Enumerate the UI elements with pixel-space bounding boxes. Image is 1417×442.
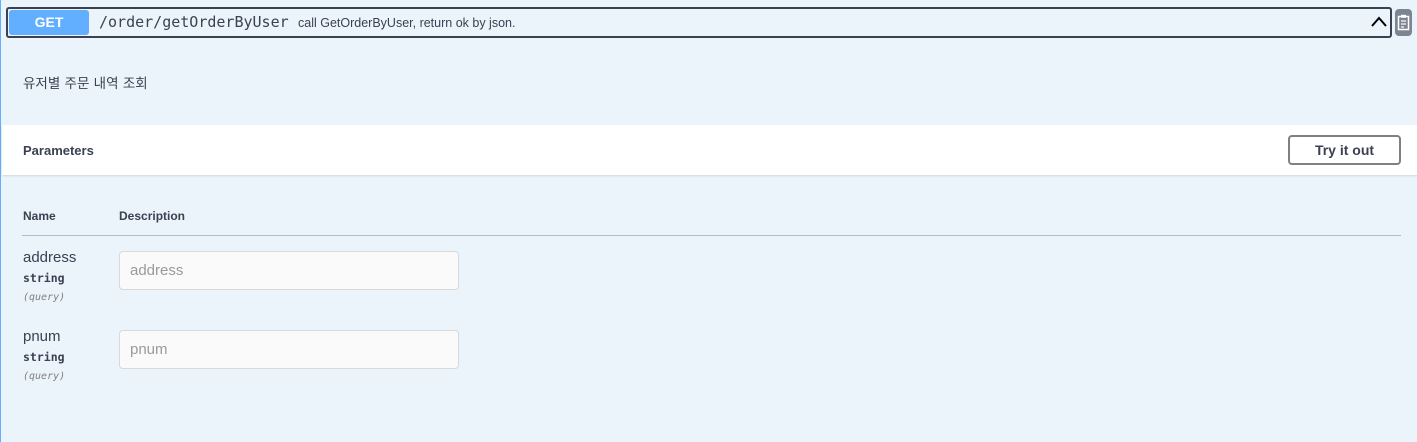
- column-header-description: Description: [119, 209, 186, 223]
- operation-summary[interactable]: GET /order/getOrderByUser call GetOrderB…: [6, 7, 1392, 38]
- chevron-up-icon[interactable]: [1370, 13, 1388, 31]
- endpoint-path: /order/getOrderByUser: [99, 13, 289, 31]
- param-type-pnum: string: [23, 350, 65, 364]
- pnum-input[interactable]: [119, 330, 459, 369]
- parameters-title: Parameters: [23, 143, 94, 158]
- param-type-address: string: [23, 271, 65, 285]
- try-it-out-button[interactable]: Try it out: [1288, 135, 1401, 165]
- summary-description: call GetOrderByUser, return ok by json.: [298, 16, 516, 30]
- address-input[interactable]: [119, 251, 459, 290]
- clipboard-copy-icon: [1397, 14, 1410, 31]
- operation-description: 유저별 주문 내역 조회: [23, 76, 148, 92]
- operation-block: GET /order/getOrderByUser call GetOrderB…: [0, 0, 1417, 442]
- parameters-header: Parameters Try it out: [2, 125, 1417, 175]
- copy-to-clipboard-button[interactable]: [1395, 9, 1412, 36]
- param-in-address: (query): [23, 292, 66, 303]
- param-in-pnum: (query): [23, 371, 66, 382]
- method-badge: GET: [9, 10, 89, 35]
- table-divider: [22, 235, 1401, 236]
- column-header-name: Name: [23, 209, 56, 223]
- param-name-address: address: [23, 249, 77, 266]
- param-name-pnum: pnum: [23, 328, 61, 345]
